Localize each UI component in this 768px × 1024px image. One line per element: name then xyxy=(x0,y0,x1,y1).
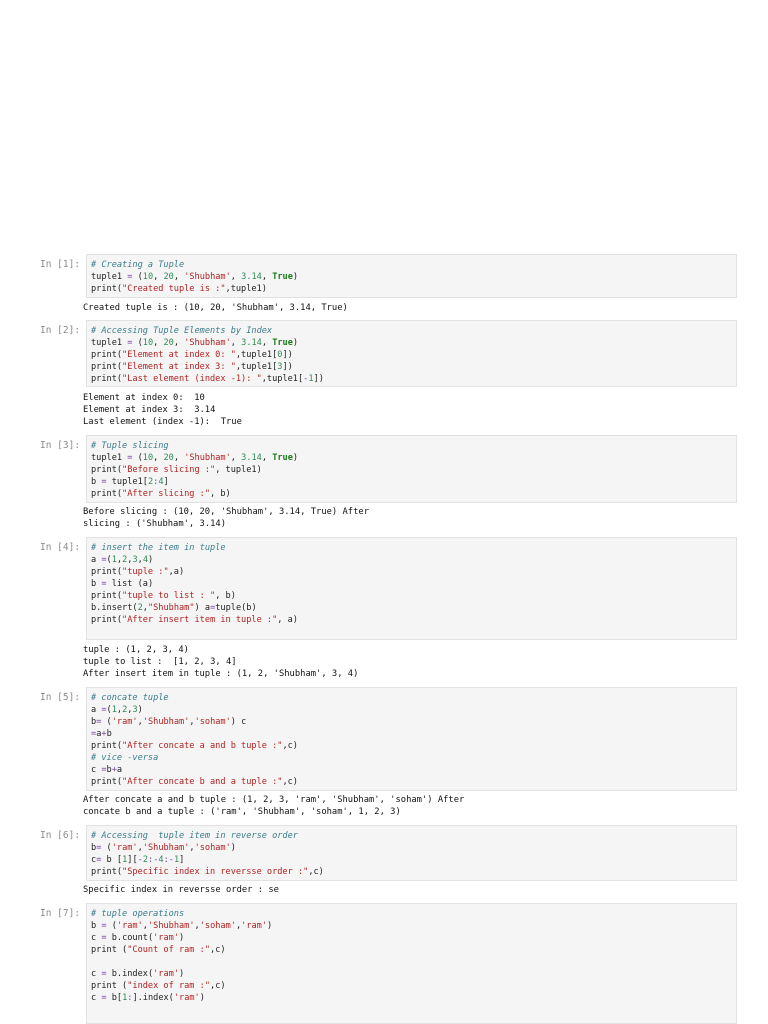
cell-prompt: In [3]: xyxy=(40,440,81,451)
code-line: # insert the item in tuple xyxy=(91,543,226,553)
output-line: Element at index 3: 3.14 xyxy=(83,405,216,416)
code-line: print("After insert item in tuple :", a) xyxy=(91,615,298,625)
code-line: print("Last element (index -1): ",tuple1… xyxy=(91,374,324,384)
code-line: print("After concate b and a tuple :",c) xyxy=(91,777,298,787)
output-line: concate b and a tuple : ('ram', 'Shubham… xyxy=(83,807,401,818)
cell-prompt: In [4]: xyxy=(40,542,81,553)
code-line: tuple1 = (10, 20, 'Shubham', 3.14, True) xyxy=(91,272,299,282)
cell-prompt: In [1]: xyxy=(40,259,81,270)
code-line: print("After concate a and b tuple :",c) xyxy=(91,741,298,751)
output-line: After concate a and b tuple : (1, 2, 3, … xyxy=(83,795,465,805)
cell-input[interactable]: # insert the item in tuple a =(1,2,3,4) … xyxy=(86,537,737,640)
code-line: c= b [1][-2:-4:-1] xyxy=(91,855,185,865)
cell-prompt: In [7]: xyxy=(40,908,81,919)
cell-output: Specific index in reversse order : se xyxy=(83,884,279,896)
code-line: # vice -versa xyxy=(91,753,159,763)
code-line: a =(1,2,3,4) xyxy=(91,555,154,565)
code-line: print("After slicing :", b) xyxy=(91,489,231,499)
cell-input[interactable]: # Accessing tuple item in reverse order … xyxy=(86,825,737,881)
code-line: b = tuple1[2:4] xyxy=(91,477,169,487)
output-line: tuple to list : [1, 2, 3, 4] xyxy=(83,657,237,668)
cell-output: tuple : (1, 2, 3, 4) tuple to list : [1,… xyxy=(83,644,358,681)
output-line: Created tuple is : (10, 20, 'Shubham', 3… xyxy=(83,303,348,313)
code-line: a =(1,2,3) xyxy=(91,705,143,715)
output-line: tuple : (1, 2, 3, 4) xyxy=(83,645,189,655)
cell-input[interactable]: # Accessing Tuple Elements by Index tupl… xyxy=(86,320,737,387)
cell-output: Created tuple is : (10, 20, 'Shubham', 3… xyxy=(83,302,348,314)
code-line: # Accessing tuple item in reverse order xyxy=(91,831,298,841)
code-line: # concate tuple xyxy=(91,693,169,703)
cell-prompt: In [6]: xyxy=(40,830,81,841)
code-line: print ("index of ram :",c) xyxy=(91,981,226,991)
code-line: c = b[1:].index('ram') xyxy=(91,993,205,1003)
cell-input[interactable]: # concate tuple a =(1,2,3) b= ('ram','Sh… xyxy=(86,687,737,791)
code-line: print("Element at index 0: ",tuple1[0]) xyxy=(91,350,293,360)
code-line: # Accessing Tuple Elements by Index xyxy=(91,326,273,336)
cell-output: After concate a and b tuple : (1, 2, 3, … xyxy=(83,794,464,818)
code-line: b= ('ram','Shubham','soham') c xyxy=(91,717,247,727)
output-line: slicing : ('Shubham', 3.14) xyxy=(83,519,226,530)
code-line: # tuple operations xyxy=(91,909,185,919)
code-line: print("Element at index 3: ",tuple1[3]) xyxy=(91,362,293,372)
cell-prompt: In [5]: xyxy=(40,692,81,703)
code-line: tuple1 = (10, 20, 'Shubham', 3.14, True) xyxy=(91,338,299,348)
output-line: Specific index in reversse order : se xyxy=(83,885,279,895)
code-line: b = list (a) xyxy=(91,579,154,589)
code-line: tuple1 = (10, 20, 'Shubham', 3.14, True) xyxy=(91,453,299,463)
cell-input[interactable]: # tuple operations b = ('ram','Shubham',… xyxy=(86,903,737,1024)
code-line: # Creating a Tuple xyxy=(91,260,185,270)
output-line: After insert item in tuple : (1, 2, 'Shu… xyxy=(83,669,359,680)
output-line: Last element (index -1): True xyxy=(83,417,242,428)
cell-input[interactable]: # Creating a Tuple tuple1 = (10, 20, 'Sh… xyxy=(86,254,737,298)
code-line: b = ('ram','Shubham','soham','ram') xyxy=(91,921,273,931)
code-line: b= ('ram','Shubham','soham') xyxy=(91,843,236,853)
code-line: print("tuple to list : ", b) xyxy=(91,591,236,601)
code-line: # Tuple slicing xyxy=(91,441,169,451)
output-line: Before slicing : (10, 20, 'Shubham', 3.1… xyxy=(83,507,369,517)
code-line: c =b+a xyxy=(91,765,123,775)
cell-prompt: In [2]: xyxy=(40,325,81,336)
code-line: print("tuple :",a) xyxy=(91,567,185,577)
code-line: c = b.count('ram') xyxy=(91,933,185,943)
code-line: print ("Count of ram :",c) xyxy=(91,945,226,955)
code-line: print("Specific index in reversse order … xyxy=(91,867,324,877)
code-line: print("Before slicing :", tuple1) xyxy=(91,465,262,475)
code-line: b.insert(2,"Shubham") a=tuple(b) xyxy=(91,603,257,613)
code-line: c = b.index('ram') xyxy=(91,969,185,979)
cell-output: Element at index 0: 10 Element at index … xyxy=(83,392,242,429)
cell-input[interactable]: # Tuple slicing tuple1 = (10, 20, 'Shubh… xyxy=(86,435,737,503)
cell-output: Before slicing : (10, 20, 'Shubham', 3.1… xyxy=(83,506,369,530)
code-line: print("Created tuple is :",tuple1) xyxy=(91,284,267,294)
output-line: Element at index 0: 10 xyxy=(83,393,205,403)
code-line: =a+b xyxy=(91,729,112,739)
